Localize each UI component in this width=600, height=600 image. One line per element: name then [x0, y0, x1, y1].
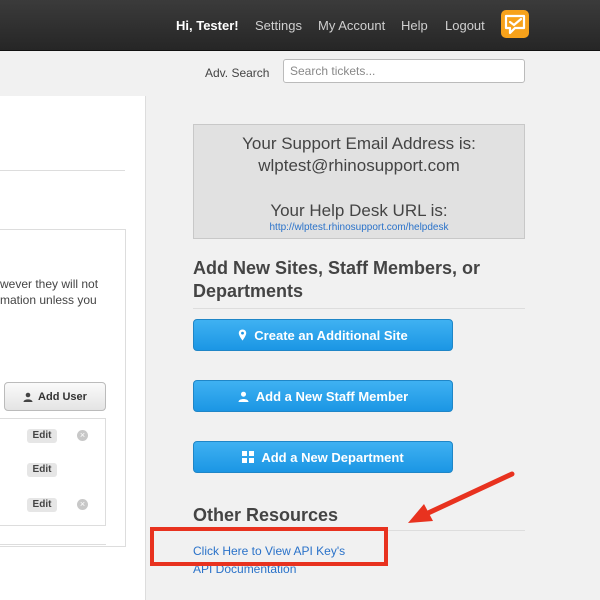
map-marker-icon [239, 329, 247, 341]
add-section-title-line2: Departments [193, 281, 304, 301]
nav-my-account-link[interactable]: My Account [318, 18, 385, 33]
add-user-label: Add User [38, 390, 87, 403]
help-desk-url-heading: Your Help Desk URL is: [270, 201, 448, 220]
annotation-arrow-icon [408, 471, 515, 523]
edit-button[interactable]: Edit [27, 498, 57, 512]
grid-icon [242, 451, 255, 463]
add-department-label: Add a New Department [261, 449, 404, 465]
create-site-label: Create an Additional Site [254, 327, 408, 343]
highlight-box [150, 527, 388, 566]
add-staff-label: Add a New Staff Member [255, 388, 409, 404]
rhino-logo-icon[interactable] [501, 10, 529, 38]
edit-button[interactable]: Edit [27, 429, 57, 443]
nav-settings-link[interactable]: Settings [255, 18, 302, 33]
top-navigation-bar: Hi, Tester! Settings My Account Help Log… [0, 0, 600, 51]
search-input[interactable] [283, 59, 525, 83]
nav-logout-link[interactable]: Logout [445, 18, 485, 33]
other-resources-title: Other Resources [193, 505, 339, 525]
users-table: Edit × Edit Edit × [0, 418, 106, 526]
user-icon [238, 391, 249, 402]
nav-account-wrap: My Account [318, 0, 385, 50]
left-divider [0, 170, 125, 171]
create-site-button[interactable]: Create an Additional Site [193, 319, 453, 351]
support-email-address: wlptest@rhinosupport.com [258, 156, 460, 175]
greeting-text: Hi, Tester! [176, 17, 239, 33]
nav-settings-wrap: Settings [255, 0, 302, 50]
nav-logout-wrap: Logout [445, 0, 485, 50]
remove-icon[interactable]: × [77, 499, 88, 510]
notice-line-2: mation unless you [0, 293, 97, 307]
support-email-heading: Your Support Email Address is: [242, 134, 476, 153]
left-bottom-divider [0, 544, 106, 545]
advanced-search-link[interactable]: Adv. Search [205, 66, 269, 80]
edit-button[interactable]: Edit [27, 463, 57, 477]
help-desk-url-link[interactable]: http://wlptest.rhinosupport.com/helpdesk [194, 222, 524, 233]
add-section-title-line1: Add New Sites, Staff Members, or [193, 258, 481, 278]
nav-help-link[interactable]: Help [401, 18, 428, 33]
user-icon [23, 392, 33, 402]
section-divider [193, 308, 525, 309]
support-info-box: Your Support Email Address is: wlptest@r… [193, 124, 525, 239]
notice-line-1: wever they will not [0, 277, 99, 291]
nav-help-wrap: Help [401, 0, 428, 50]
greeting: Hi, Tester! [176, 0, 239, 50]
add-user-button[interactable]: Add User [4, 382, 106, 411]
add-staff-button[interactable]: Add a New Staff Member [193, 380, 453, 412]
remove-icon[interactable]: × [77, 430, 88, 441]
